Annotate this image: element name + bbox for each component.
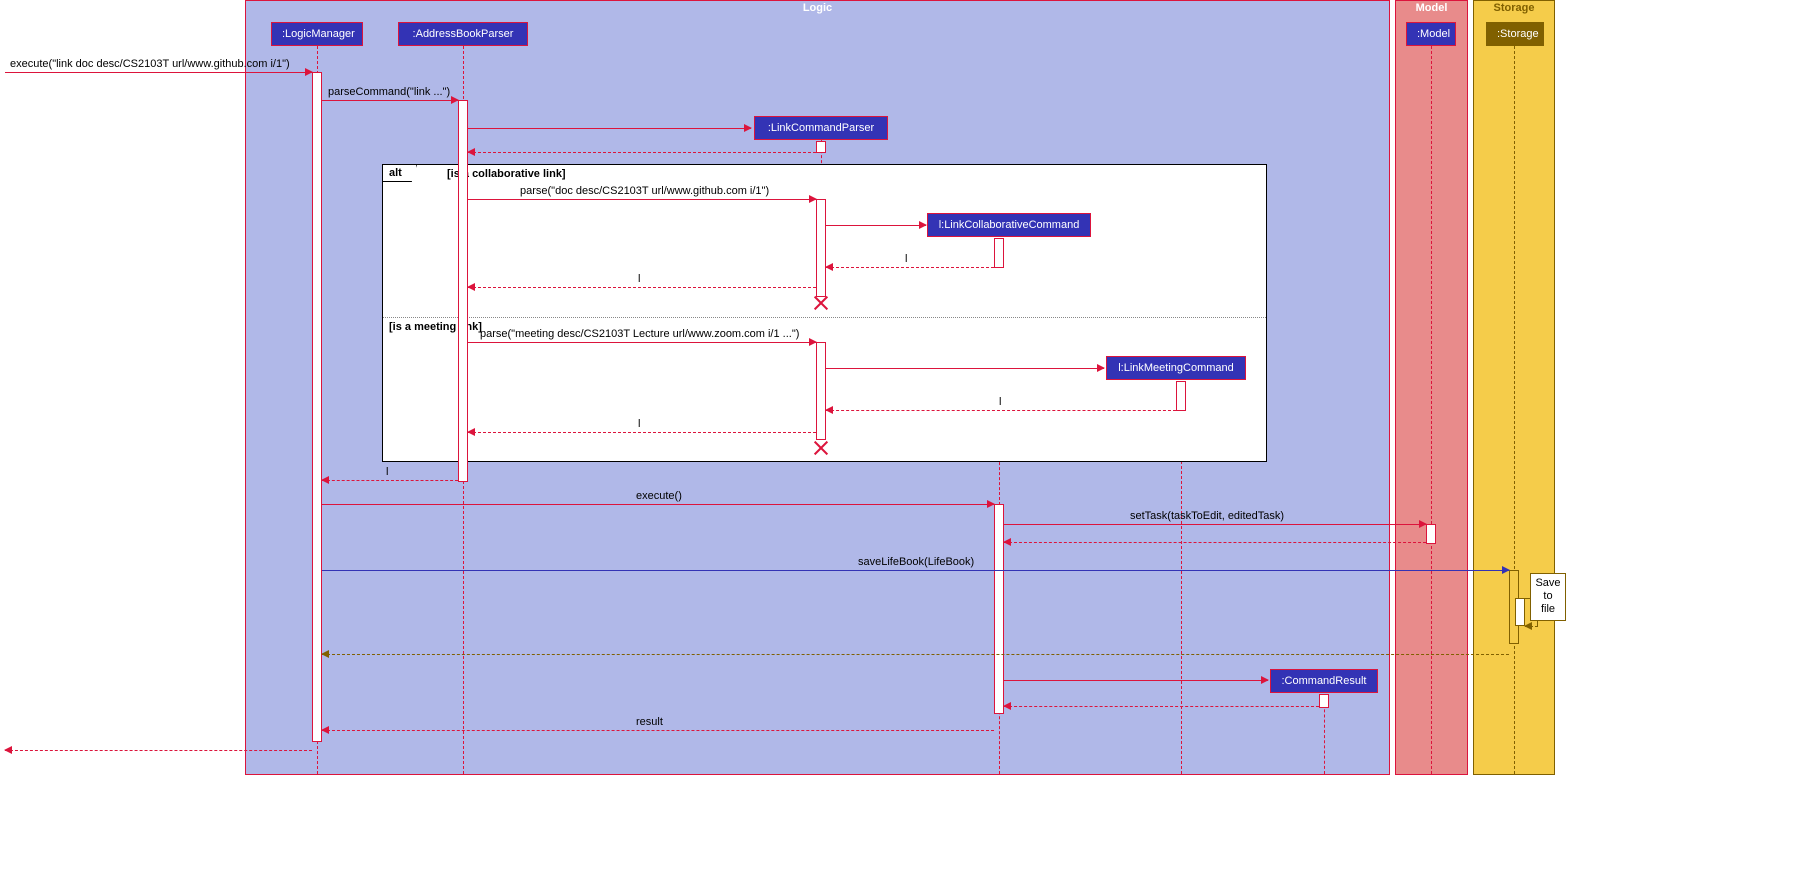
alt-divider: [383, 317, 1266, 318]
participant-linkcommandparser: :LinkCommandParser: [754, 116, 888, 140]
activation-linkcommandparser-create: [816, 141, 826, 153]
participant-addressbookparser: :AddressBookParser: [398, 22, 528, 46]
activation-commandresult: [1319, 694, 1329, 708]
frame-logic-title: Logic: [803, 0, 832, 16]
msg-return-l-final-label: l: [386, 466, 388, 478]
destroy-linkcommandparser-1: [813, 295, 829, 311]
participant-logicmanager: :LogicManager: [271, 22, 363, 46]
activation-linkmeeting-create: [1176, 381, 1186, 411]
msg-parsecommand-label: parseCommand("link ..."): [328, 86, 450, 98]
frame-storage-title: Storage: [1494, 0, 1535, 16]
activation-linkcommandparser-1: [816, 199, 826, 297]
msg-execute-label: execute(): [636, 490, 682, 502]
msg-result-label: result: [636, 716, 663, 728]
msg-return-l4-label: l: [638, 418, 640, 430]
msg-return-l2-label: l: [638, 273, 640, 285]
participant-commandresult: :CommandResult: [1270, 669, 1378, 693]
activation-linkcollaborative-create: [994, 238, 1004, 268]
activation-linkcommandparser-2: [816, 342, 826, 440]
frame-model-title: Model: [1416, 0, 1448, 16]
participant-storage: :Storage: [1486, 22, 1544, 46]
activation-model: [1426, 524, 1436, 544]
lifeline-storage: [1514, 46, 1515, 774]
sequence-diagram: Logic Model Storage :LogicManager :Addre…: [0, 0, 1806, 888]
activation-linkcollaborative-exec: [994, 504, 1004, 714]
activation-addressbookparser: [458, 100, 468, 482]
activation-logicmanager: [312, 72, 322, 742]
destroy-linkcommandparser-2: [813, 440, 829, 456]
participant-model: :Model: [1406, 22, 1456, 46]
msg-settask-label: setTask(taskToEdit, editedTask): [1130, 510, 1284, 522]
msg-execute-entry-label: execute("link doc desc/CS2103T url/www.g…: [10, 58, 290, 70]
alt-operator: alt: [383, 165, 417, 182]
msg-return-l1-label: l: [905, 253, 907, 265]
participant-linkmeetingcommand: l:LinkMeetingCommand: [1106, 356, 1246, 380]
msg-parse1-label: parse("doc desc/CS2103T url/www.github.c…: [520, 185, 769, 197]
note-savetofile: Save to file: [1530, 573, 1566, 621]
msg-return-l3-label: l: [999, 396, 1001, 408]
participant-linkcollaborativecommand: l:LinkCollaborativeCommand: [927, 213, 1091, 237]
lifeline-model: [1431, 46, 1432, 774]
msg-savelifebook-label: saveLifeBook(LifeBook): [858, 556, 974, 568]
msg-parse2-label: parse("meeting desc/CS2103T Lecture url/…: [480, 328, 799, 340]
